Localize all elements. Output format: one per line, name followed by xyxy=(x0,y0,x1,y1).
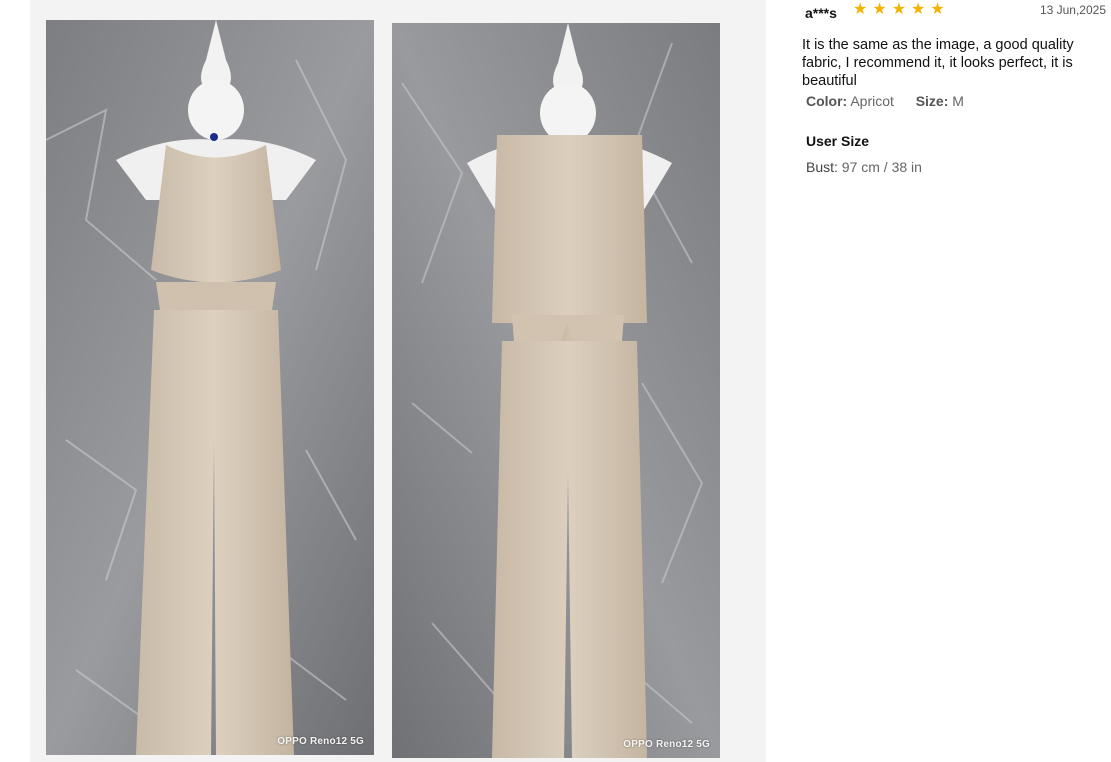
size-value: M xyxy=(952,93,964,109)
star-icon: ★ xyxy=(872,1,887,18)
photo-watermark: OPPO Reno12 5G xyxy=(623,739,710,750)
user-size-heading: User Size xyxy=(806,133,870,149)
review-photo-front[interactable]: OPPO Reno12 5G xyxy=(46,20,374,755)
reviewer-name: a***s xyxy=(805,5,837,21)
color-label: Color: xyxy=(806,93,848,109)
review-details: a***s ★ ★ ★ ★ ★ 13 Jun,2025 It is the sa… xyxy=(802,0,1106,175)
bust-label: Bust: xyxy=(806,159,838,175)
color-value: Apricot xyxy=(850,93,894,109)
jumpsuit-front-image xyxy=(46,20,374,755)
star-icon: ★ xyxy=(911,1,926,18)
star-rating: ★ ★ ★ ★ ★ xyxy=(853,1,945,19)
bust-measurement: Bust: 97 cm / 38 in xyxy=(806,159,1102,175)
jumpsuit-back-image xyxy=(392,23,720,758)
star-icon: ★ xyxy=(930,1,945,18)
product-attributes: Color: Apricot Size: M xyxy=(806,93,1102,109)
review-date: 13 Jun,2025 xyxy=(1039,3,1106,17)
star-icon: ★ xyxy=(853,1,868,18)
review-body: It is the same as the image, a good qual… xyxy=(802,37,1074,89)
photo-watermark: OPPO Reno12 5G xyxy=(277,736,364,747)
star-icon: ★ xyxy=(891,1,907,18)
bust-value: 97 cm / 38 in xyxy=(841,159,922,175)
review-page: OPPO Reno12 5G OPPO Reno12 5G a***s ★ ★ … xyxy=(0,0,1111,762)
size-label: Size: xyxy=(915,93,949,109)
review-header: a***s ★ ★ ★ ★ ★ 13 Jun,2025 xyxy=(802,0,1106,26)
review-photo-back[interactable]: OPPO Reno12 5G xyxy=(392,23,720,758)
review-image-gallery: OPPO Reno12 5G OPPO Reno12 5G xyxy=(30,0,766,762)
